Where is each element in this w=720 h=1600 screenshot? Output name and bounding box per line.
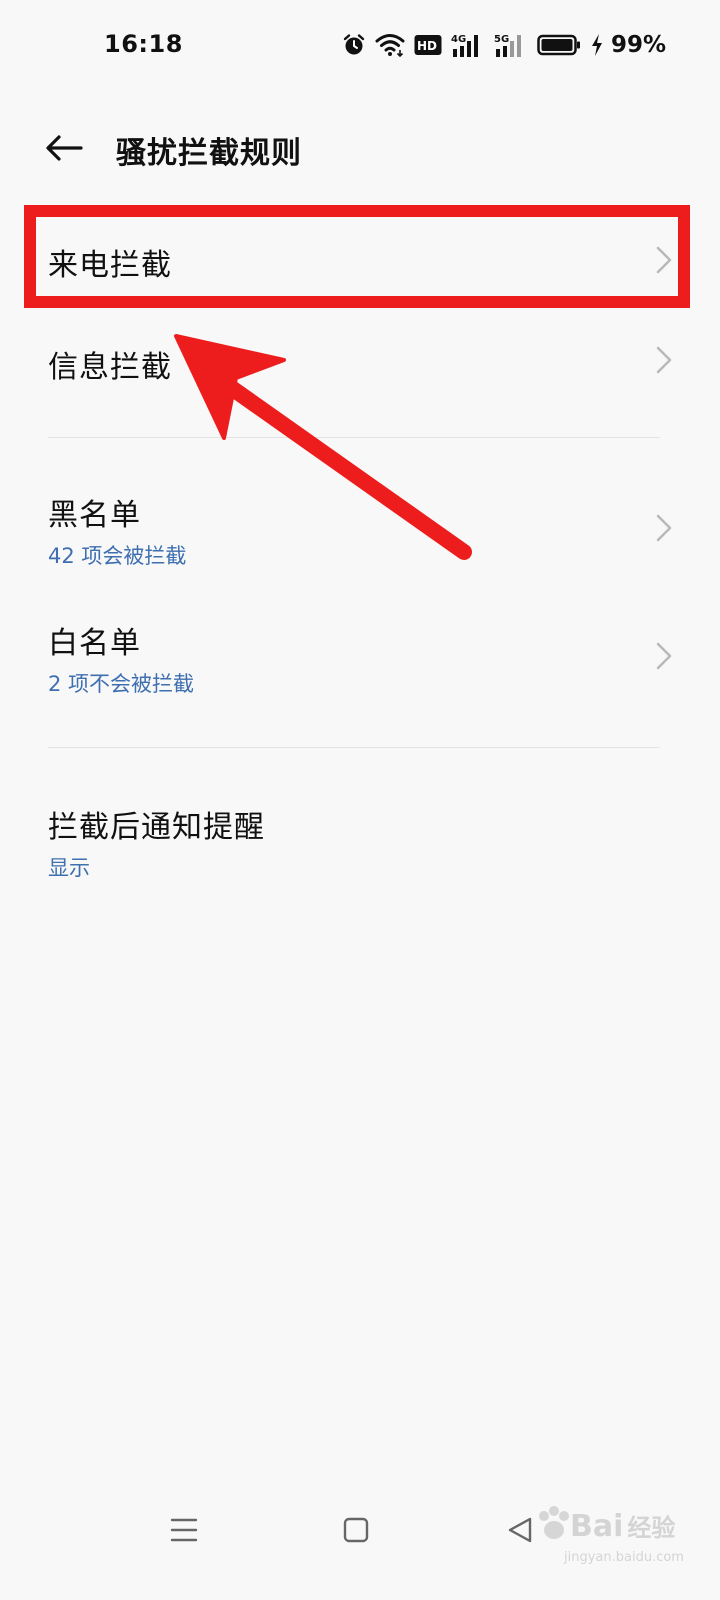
wifi-icon	[375, 33, 405, 57]
row-title: 信息拦截	[48, 350, 172, 385]
row-value: 显示	[48, 856, 90, 880]
row-title: 黑名单	[48, 498, 141, 533]
back-button[interactable]	[38, 124, 90, 172]
divider	[48, 747, 660, 748]
signal-4g-icon: 4G	[451, 32, 485, 58]
hd-label: HD	[417, 39, 437, 53]
divider	[48, 437, 660, 438]
charging-icon	[590, 33, 604, 57]
page-title: 骚扰拦截规则	[116, 136, 302, 171]
status-icons: HD 4G 5G 99%	[342, 28, 666, 62]
paw-icon	[539, 1506, 569, 1539]
row-blacklist[interactable]: 黑名单 42 项会被拦截	[0, 472, 720, 584]
row-whitelist[interactable]: 白名单 2 项不会被拦截	[0, 602, 720, 714]
row-subtitle: 2 项不会被拦截	[48, 672, 195, 696]
home-button[interactable]	[330, 1504, 382, 1556]
arrow-left-icon	[46, 135, 83, 161]
watermark-url: jingyan.baidu.com	[564, 1550, 684, 1565]
signal-5g-label: 5G	[494, 34, 509, 45]
row-title: 白名单	[48, 626, 141, 661]
row-notify-after-block[interactable]: 拦截后通知提醒 显示	[0, 784, 720, 896]
chevron-right-icon	[656, 642, 672, 670]
recents-button[interactable]	[158, 1504, 210, 1556]
alarm-icon	[342, 33, 366, 57]
hd-icon: HD	[414, 34, 442, 56]
battery-percent: 99%	[610, 32, 666, 58]
row-message-blocking[interactable]: 信息拦截	[0, 316, 720, 412]
status-time: 16:18	[104, 30, 183, 58]
baidu-watermark: Bai 经验 jingyan.baidu.com	[534, 1500, 684, 1580]
menu-icon	[170, 1518, 198, 1542]
status-bar: 16:18 HD 4G 5G 99%	[0, 0, 720, 92]
row-subtitle: 42 项会被拦截	[48, 544, 187, 568]
signal-4g-label: 4G	[451, 34, 466, 45]
watermark-brand: Bai 经验	[570, 1509, 676, 1544]
chevron-right-icon	[656, 514, 672, 542]
app-header: 骚扰拦截规则	[0, 112, 720, 182]
home-square-icon	[343, 1517, 369, 1543]
annotation-highlight-box	[24, 205, 690, 308]
row-title: 拦截后通知提醒	[48, 810, 265, 845]
chevron-right-icon	[656, 346, 672, 374]
signal-5g-icon: 5G	[494, 32, 528, 58]
back-triangle-icon	[508, 1517, 532, 1543]
battery-icon	[537, 34, 581, 56]
